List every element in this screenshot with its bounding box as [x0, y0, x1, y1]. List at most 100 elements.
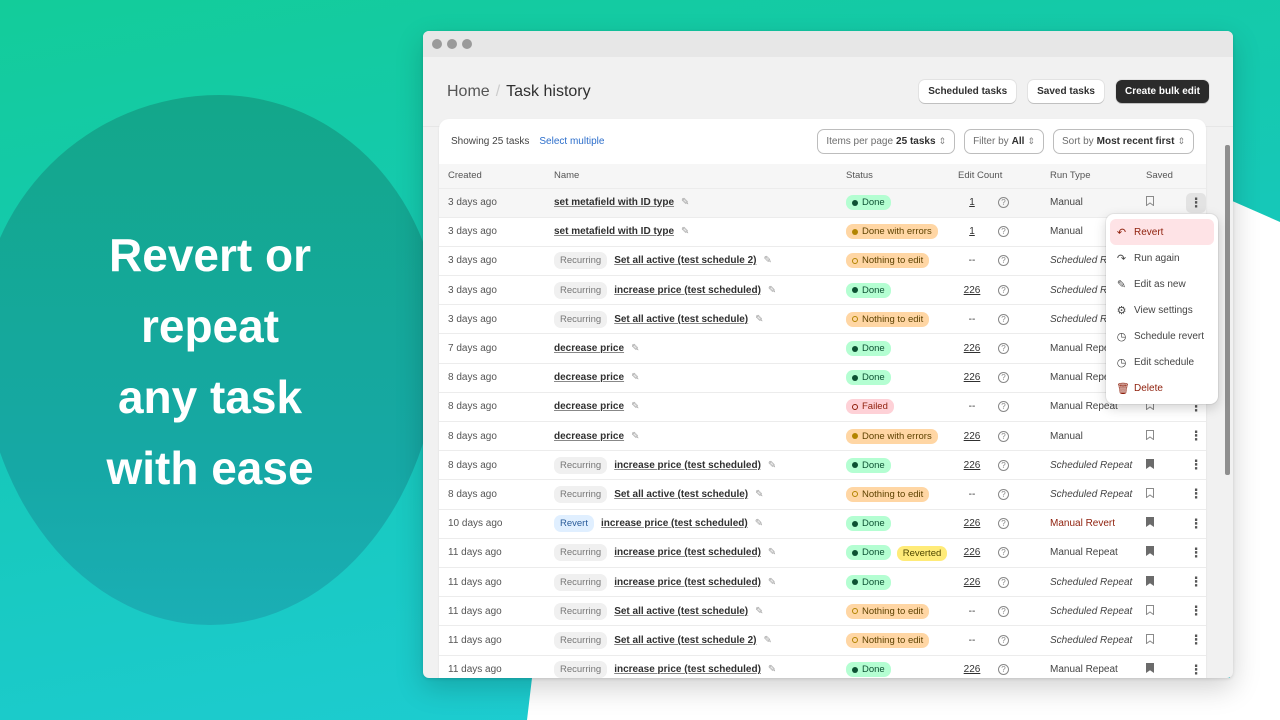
- window-minimize-button[interactable]: [447, 39, 457, 49]
- window-maximize-button[interactable]: [462, 39, 472, 49]
- scroll-thumb[interactable]: [1225, 145, 1230, 475]
- col-saved[interactable]: Saved: [1137, 164, 1177, 188]
- bookmark-icon[interactable]: [1146, 196, 1154, 207]
- task-name-link[interactable]: increase price (test scheduled): [614, 547, 761, 558]
- help-question-icon[interactable]: ?: [998, 576, 1009, 588]
- rename-pencil-icon[interactable]: ✎: [681, 197, 689, 208]
- rename-pencil-icon[interactable]: ✎: [631, 343, 639, 354]
- edit-count-link[interactable]: 226: [958, 547, 986, 558]
- edit-count-link[interactable]: 226: [958, 518, 986, 529]
- help-question-icon[interactable]: ?: [998, 459, 1009, 471]
- breadcrumb-home[interactable]: Home: [447, 83, 490, 101]
- menu-item-view-settings[interactable]: ⚙ View settings: [1110, 297, 1214, 323]
- help-question-icon[interactable]: ?: [998, 226, 1009, 238]
- help-question-icon[interactable]: ?: [998, 197, 1009, 209]
- table-row[interactable]: 11 days ago Recurring increase price (tes…: [439, 655, 1206, 678]
- task-name-link[interactable]: Set all active (test schedule 2): [614, 635, 756, 646]
- bookmark-filled-icon[interactable]: [1146, 458, 1154, 469]
- rename-pencil-icon[interactable]: ✎: [631, 431, 639, 442]
- edit-count-link[interactable]: --: [958, 635, 986, 646]
- table-row[interactable]: 3 days ago Recurring Set all active (test…: [439, 304, 1206, 334]
- bookmark-icon[interactable]: [1146, 633, 1154, 644]
- help-question-icon[interactable]: ?: [998, 605, 1009, 617]
- menu-item-schedule-revert[interactable]: ◷ Schedule revert: [1110, 323, 1214, 349]
- more-actions-kebab-icon[interactable]: ⋮: [1186, 572, 1206, 592]
- menu-item-edit-as-new[interactable]: ✎ Edit as new: [1110, 271, 1214, 297]
- col-status[interactable]: Status: [837, 164, 949, 188]
- rename-pencil-icon[interactable]: ✎: [768, 664, 776, 675]
- edit-count-link[interactable]: 226: [958, 431, 986, 442]
- edit-count-link[interactable]: 226: [958, 460, 986, 471]
- bookmark-filled-icon[interactable]: [1146, 517, 1154, 528]
- rename-pencil-icon[interactable]: ✎: [768, 547, 776, 558]
- help-question-icon[interactable]: ?: [998, 488, 1009, 500]
- rename-pencil-icon[interactable]: ✎: [768, 460, 776, 471]
- help-question-icon[interactable]: ?: [998, 430, 1009, 442]
- task-name-link[interactable]: decrease price: [554, 401, 624, 412]
- task-name-link[interactable]: increase price (test scheduled): [614, 285, 761, 296]
- more-actions-kebab-icon[interactable]: ⋮: [1186, 455, 1206, 475]
- task-name-link[interactable]: decrease price: [554, 431, 624, 442]
- col-edit-count[interactable]: Edit Count: [949, 164, 1041, 188]
- edit-count-link[interactable]: --: [958, 401, 986, 412]
- more-actions-kebab-icon[interactable]: ⋮: [1186, 601, 1206, 621]
- table-row[interactable]: 7 days ago decrease price ✎ Done 226? Man…: [439, 333, 1206, 363]
- task-name-link[interactable]: increase price (test scheduled): [614, 664, 761, 675]
- edit-count-link[interactable]: 226: [958, 343, 986, 354]
- menu-item-edit-schedule[interactable]: ◷ Edit schedule: [1110, 349, 1214, 375]
- saved-tasks-button[interactable]: Saved tasks: [1028, 80, 1104, 103]
- task-name-link[interactable]: Set all active (test schedule): [614, 606, 748, 617]
- bookmark-icon[interactable]: [1146, 487, 1154, 498]
- table-row[interactable]: 8 days ago decrease price ✎ Done with err…: [439, 421, 1206, 451]
- more-actions-kebab-icon[interactable]: ⋮: [1186, 543, 1206, 563]
- table-row[interactable]: 10 days ago Revert increase price (test s…: [439, 509, 1206, 538]
- select-multiple-link[interactable]: Select multiple: [539, 136, 604, 147]
- table-row[interactable]: 8 days ago Recurring Set all active (test…: [439, 479, 1206, 509]
- help-question-icon[interactable]: ?: [998, 401, 1009, 413]
- help-question-icon[interactable]: ?: [998, 255, 1009, 267]
- task-name-link[interactable]: decrease price: [554, 372, 624, 383]
- table-row[interactable]: 11 days ago Recurring increase price (tes…: [439, 538, 1206, 567]
- help-question-icon[interactable]: ?: [998, 518, 1009, 530]
- table-row[interactable]: 8 days ago Recurring increase price (test…: [439, 450, 1206, 480]
- bookmark-icon[interactable]: [1146, 429, 1154, 440]
- menu-item-revert[interactable]: ↶ Revert: [1110, 219, 1214, 245]
- rename-pencil-icon[interactable]: ✎: [755, 489, 763, 500]
- table-row[interactable]: 11 days ago Recurring increase price (tes…: [439, 567, 1206, 596]
- task-name-link[interactable]: increase price (test scheduled): [614, 460, 761, 471]
- rename-pencil-icon[interactable]: ✎: [631, 401, 639, 412]
- more-actions-kebab-icon[interactable]: ⋮: [1186, 514, 1206, 534]
- task-name-link[interactable]: Set all active (test schedule): [614, 314, 748, 325]
- menu-item-delete[interactable]: 🗑 Delete: [1110, 375, 1214, 401]
- more-actions-kebab-icon[interactable]: ⋮: [1186, 192, 1206, 213]
- create-bulk-edit-button[interactable]: Create bulk edit: [1115, 80, 1209, 103]
- bookmark-filled-icon[interactable]: [1146, 663, 1154, 674]
- rename-pencil-icon[interactable]: ✎: [755, 606, 763, 617]
- menu-item-run-again[interactable]: ↷ Run again: [1110, 245, 1214, 271]
- sort-select[interactable]: Sort by Most recent first ⇕: [1052, 129, 1194, 154]
- scheduled-tasks-button[interactable]: Scheduled tasks: [919, 80, 1017, 103]
- scrollbar[interactable]: [1225, 137, 1230, 677]
- task-name-link[interactable]: increase price (test scheduled): [614, 577, 761, 588]
- edit-count-link[interactable]: --: [958, 606, 986, 617]
- bookmark-icon[interactable]: [1146, 604, 1154, 615]
- edit-count-link[interactable]: 226: [958, 577, 986, 588]
- help-question-icon[interactable]: ?: [998, 284, 1009, 296]
- edit-count-link[interactable]: 226: [958, 372, 986, 383]
- edit-count-link[interactable]: 226: [958, 285, 986, 296]
- rename-pencil-icon[interactable]: ✎: [631, 372, 639, 383]
- more-actions-kebab-icon[interactable]: ⋮: [1186, 660, 1206, 678]
- col-created[interactable]: Created: [439, 164, 545, 188]
- table-row[interactable]: 11 days ago Recurring Set all active (tes…: [439, 625, 1206, 655]
- task-name-link[interactable]: Set all active (test schedule): [614, 489, 748, 500]
- items-per-page-select[interactable]: Items per page 25 tasks ⇕: [817, 129, 956, 154]
- task-name-link[interactable]: Set all active (test schedule 2): [614, 255, 756, 266]
- help-question-icon[interactable]: ?: [998, 664, 1009, 676]
- edit-count-link[interactable]: --: [958, 255, 986, 266]
- task-name-link[interactable]: decrease price: [554, 343, 624, 354]
- table-row[interactable]: 3 days ago set metafield with ID type ✎ D…: [439, 217, 1206, 246]
- edit-count-link[interactable]: --: [958, 489, 986, 500]
- rename-pencil-icon[interactable]: ✎: [681, 226, 689, 237]
- window-close-button[interactable]: [432, 39, 442, 49]
- more-actions-kebab-icon[interactable]: ⋮: [1186, 630, 1206, 650]
